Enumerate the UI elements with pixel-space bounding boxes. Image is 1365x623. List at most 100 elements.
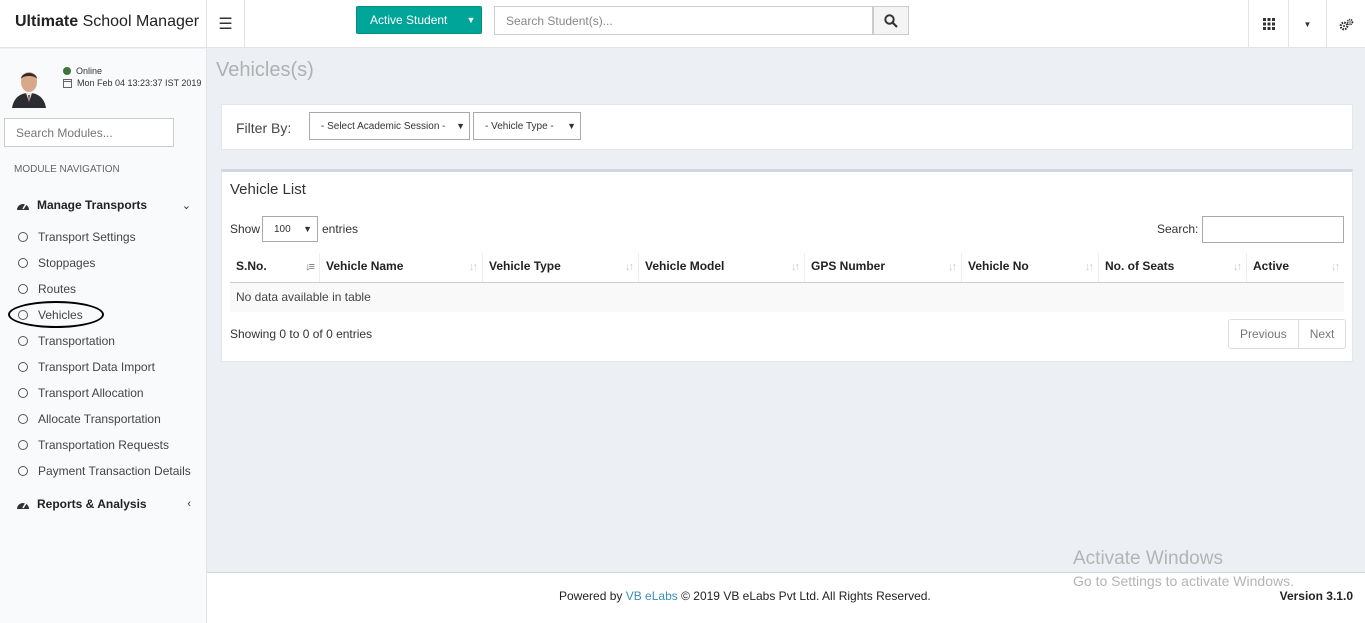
activation-watermark-subtitle: Go to Settings to activate Windows. [1073,573,1294,589]
datetime-label: Mon Feb 04 13:23:37 IST 2019 [77,78,202,88]
column-header-gps-number[interactable]: GPS Number ↓↑ [805,253,962,282]
previous-page-button[interactable]: Previous [1229,320,1298,348]
sidebar-item-stoppages[interactable]: Stoppages [0,250,207,276]
brand-rest: School Manager [78,13,200,30]
user-dropdown-button[interactable]: ▼ [1288,0,1326,48]
pagination: Previous Next [1228,319,1347,349]
column-header-active[interactable]: Active ↓↑ [1247,253,1344,282]
column-label: Vehicle Name [326,259,404,273]
column-header-vehicle-type[interactable]: Vehicle Type ↓↑ [483,253,639,282]
entries-label: entries [322,222,359,236]
column-label: GPS Number [811,259,886,273]
caret-down-icon: ▼ [466,15,476,25]
powered-by-label: Powered by [559,589,623,603]
table-empty-row: No data available in table [230,283,1344,312]
grid-icon [1262,18,1275,30]
sidebar: Online Mon Feb 04 13:23:37 IST 2019 MODU… [0,49,207,623]
sidebar-item-label: Stoppages [38,256,96,270]
dashboard-icon [17,203,29,210]
sort-icon: ↓↑ [791,261,800,273]
settings-button[interactable] [1326,0,1365,48]
circle-icon [18,258,28,268]
column-header-vehicle-name[interactable]: Vehicle Name ↓↑ [320,253,483,282]
top-header: Ultimate School Manager ☰ Active Student… [0,0,1365,48]
academic-session-value: - Select Academic Session - [321,120,446,132]
sidebar-item-label: Transport Allocation [38,386,144,400]
search-icon [884,13,898,28]
sidebar-item-transport-allocation[interactable]: Transport Allocation [0,380,207,406]
calendar-icon [63,78,72,88]
vehicle-type-value: - Vehicle Type - [485,120,554,132]
sort-icon: ↓↑ [469,261,478,273]
sidebar-item-allocate-transportation[interactable]: Allocate Transportation [0,406,207,432]
page-length-value: 100 [274,223,291,235]
sidebar-item-transport-data-import[interactable]: Transport Data Import [0,354,207,380]
column-header-vehicle-model[interactable]: Vehicle Model ↓↑ [639,253,805,282]
column-label: Vehicle Type [489,259,561,273]
circle-icon [18,466,28,476]
student-search-input[interactable] [494,6,873,35]
academic-session-select[interactable]: - Select Academic Session - ▼ [309,112,470,140]
column-label: Vehicle No [968,259,1029,273]
online-status-label: Online [76,66,103,76]
sidebar-section-manage-transports[interactable]: Manage Transports ⌄ [0,190,207,220]
caret-down-icon: ▼ [456,121,465,131]
caret-down-icon: ▼ [567,121,576,131]
company-link[interactable]: VB eLabs [626,589,678,603]
active-student-button[interactable]: Active Student ▼ [356,6,482,34]
column-label: S.No. [236,259,267,273]
sidebar-item-label: Routes [38,282,77,296]
sidebar-item-routes[interactable]: Routes [0,276,207,302]
sidebar-item-label: Allocate Transportation [38,412,161,426]
hamburger-icon: ☰ [218,16,233,33]
sidebar-item-label: Transport Data Import [38,360,155,374]
page-length-select[interactable]: 100 ▼ [262,216,318,242]
current-datetime: Mon Feb 04 13:23:37 IST 2019 [63,78,201,88]
sidebar-item-transportation-requests[interactable]: Transportation Requests [0,432,207,458]
sort-asc-icon: ↓≡ [305,261,315,273]
module-search-input[interactable] [4,118,174,147]
version-label: Version 3.1.0 [1279,589,1353,603]
table-search-label: Search: [1157,222,1199,236]
column-label: Active [1253,259,1290,273]
sidebar-section-reports-analysis[interactable]: Reports & Analysis ‹ [0,489,207,519]
dashboard-icon [17,502,29,509]
sort-icon: ↓↑ [1331,261,1340,273]
vehicle-list-title: Vehicle List [230,181,306,198]
circle-icon [18,336,28,346]
app-brand[interactable]: Ultimate School Manager [0,0,207,48]
show-label: Show [230,222,261,236]
avatar[interactable] [10,66,48,108]
filter-label: Filter By: [236,120,292,136]
vehicle-list-panel: Vehicle List Show 100 ▼ entries Search: … [221,169,1353,362]
circle-icon [18,362,28,372]
table-search-input[interactable] [1202,216,1344,243]
sidebar-item-payment-transaction-details[interactable]: Payment Transaction Details [0,458,207,484]
column-header-vehicle-no[interactable]: Vehicle No ↓↑ [962,253,1099,282]
chevron-left-icon: ‹ [187,498,191,510]
sidebar-item-label: Transport Settings [38,230,136,244]
next-page-button[interactable]: Next [1297,320,1346,348]
column-header-sno[interactable]: S.No. ↓≡ [230,253,320,282]
caret-down-icon: ▼ [1303,19,1312,29]
active-student-label: Active Student [370,13,448,27]
footer-text: Powered by VB eLabs © 2019 VB eLabs Pvt … [559,589,931,603]
page-title: Vehicles(s) [216,59,314,81]
sidebar-item-transportation[interactable]: Transportation [0,328,207,354]
circle-icon [18,284,28,294]
sidebar-item-label: Transportation [38,334,115,348]
sort-icon: ↓↑ [1085,261,1094,273]
circle-icon [18,232,28,242]
sidebar-item-transport-settings[interactable]: Transport Settings [0,224,207,250]
menu-toggle-button[interactable]: ☰ [207,0,245,48]
vehicle-type-select[interactable]: - Vehicle Type - ▼ [473,112,581,140]
status-dot-icon [63,67,71,75]
student-search-button[interactable] [873,6,909,35]
cogs-icon [1339,18,1353,30]
sidebar-section-label: Manage Transports [37,198,148,212]
brand-bold: Ultimate [15,13,79,30]
sort-icon: ↓↑ [1233,261,1242,273]
column-header-no-of-seats[interactable]: No. of Seats ↓↑ [1099,253,1247,282]
online-status: Online [63,66,102,76]
apps-menu-button[interactable] [1248,0,1288,48]
